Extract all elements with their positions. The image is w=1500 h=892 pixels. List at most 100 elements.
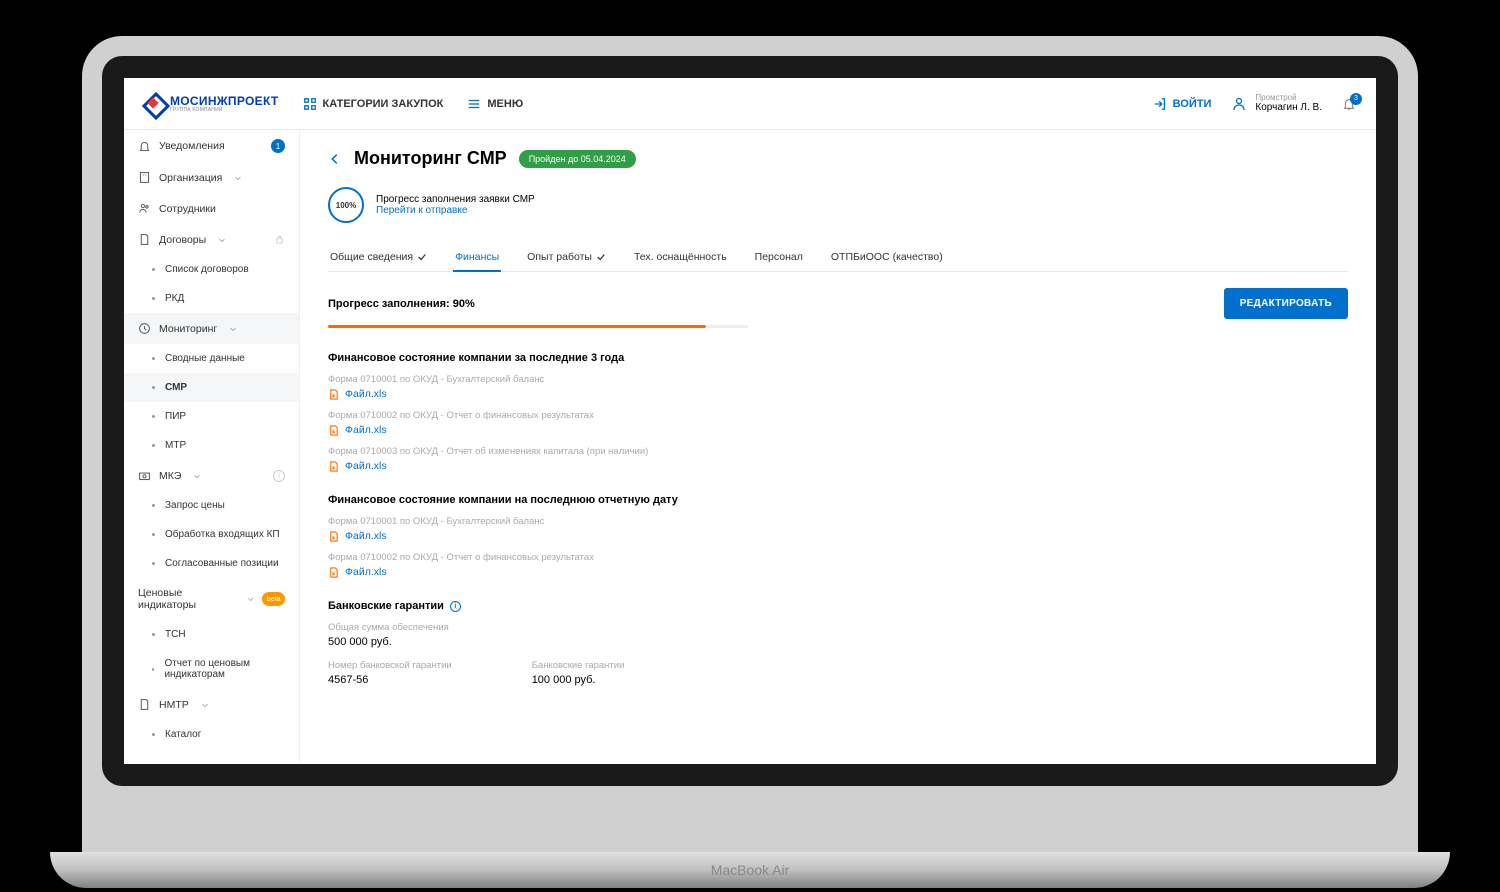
file-xls-icon — [328, 567, 339, 578]
sidebar-item-agreed-positions[interactable]: Согласованные позиции — [124, 549, 299, 578]
sidebar-item-summary[interactable]: Сводные данные — [124, 344, 299, 373]
tab-general[interactable]: Общие сведения — [328, 243, 429, 271]
sidebar-item-organization[interactable]: Организация — [124, 162, 299, 193]
file-link[interactable]: Файл.xls — [328, 566, 1348, 578]
check-icon — [596, 252, 606, 262]
file-xls-icon — [328, 425, 339, 436]
form-label: Форма 0710003 по ОКУД - Отчет об изменен… — [328, 446, 1348, 457]
progress-bar-fill — [328, 325, 706, 328]
form-label: Форма 0710001 по ОКУД - Бухгалтерский ба… — [328, 374, 1348, 385]
chevron-down-icon — [201, 701, 209, 709]
building-icon — [138, 171, 151, 184]
tab-equipment[interactable]: Тех. оснащённость — [632, 243, 729, 271]
notifications-badge: 1 — [271, 139, 285, 153]
progress-label: Прогресс заполнения: 90% — [328, 298, 475, 310]
document-icon — [138, 233, 151, 246]
bell-icon — [138, 140, 151, 153]
info-icon[interactable]: i — [450, 601, 461, 612]
menu-button[interactable]: МЕНЮ — [467, 97, 523, 111]
sidebar-item-monitoring[interactable]: Мониторинг — [124, 313, 299, 344]
document-icon — [138, 698, 151, 711]
tab-finance[interactable]: Финансы — [453, 243, 501, 271]
section-title-latest: Финансовое состояние компании на последн… — [328, 494, 1348, 506]
field-value: 100 000 руб. — [532, 674, 625, 686]
chevron-down-icon — [229, 325, 237, 333]
categories-button[interactable]: КАТЕГОРИИ ЗАКУПОК — [303, 97, 444, 111]
camera-icon — [138, 469, 151, 482]
section-title-3years: Финансовое состояние компании за последн… — [328, 352, 1348, 364]
sidebar-item-tsn[interactable]: ТСН — [124, 620, 299, 649]
progress-text: Прогресс заполнения заявки СМР — [376, 194, 535, 205]
logo-icon — [144, 94, 164, 114]
beta-badge: beta — [262, 592, 285, 606]
sidebar-item-notifications[interactable]: Уведомления 1 — [124, 130, 299, 162]
section-title-guarantees: Банковские гарантии i — [328, 600, 1348, 612]
sidebar-item-rkd[interactable]: РКД — [124, 284, 299, 313]
main-content: Мониторинг СМР Пройден до 05.04.2024 100… — [300, 130, 1376, 764]
form-label: Форма 0710002 по ОКУД - Отчет о финансов… — [328, 552, 1348, 563]
field-value: 4567-56 — [328, 674, 452, 686]
form-label: Форма 0710001 по ОКУД - Бухгалтерский ба… — [328, 516, 1348, 527]
field-label: Банковские гарантии — [532, 660, 625, 671]
field-label: Номер банковской гарантии — [328, 660, 452, 671]
file-xls-icon — [328, 461, 339, 472]
back-arrow-icon[interactable] — [328, 152, 342, 166]
topbar: МОСИНЖПРОЕКТ ГРУППА КОМПАНИЙ КАТЕГОРИИ З… — [124, 78, 1376, 130]
progress-bar — [328, 325, 748, 328]
file-link[interactable]: Файл.xls — [328, 388, 1348, 400]
check-icon — [417, 252, 427, 262]
login-button[interactable]: ВОЙТИ — [1153, 97, 1212, 111]
tabs: Общие сведения Финансы Опыт работы Тех. … — [328, 243, 1348, 272]
menu-icon — [467, 97, 481, 111]
sidebar-item-nmtr[interactable]: НМТР — [124, 689, 299, 720]
chevron-down-icon — [247, 595, 254, 603]
sidebar-item-price-request[interactable]: Запрос цены — [124, 491, 299, 520]
info-icon: i — [273, 470, 285, 482]
submit-link[interactable]: Перейти к отправке — [376, 205, 535, 216]
sidebar-item-pir[interactable]: ПИР — [124, 402, 299, 431]
sidebar-item-kp-processing[interactable]: Обработка входящих КП — [124, 520, 299, 549]
clock-icon — [138, 322, 151, 335]
file-xls-icon — [328, 531, 339, 542]
sidebar-item-mtr[interactable]: МТР — [124, 431, 299, 460]
users-icon — [138, 202, 151, 215]
status-badge: Пройден до 05.04.2024 — [519, 150, 636, 168]
user-name: Корчагин Л. В. — [1255, 102, 1322, 114]
user-icon — [1231, 96, 1247, 112]
form-label: Форма 0710002 по ОКУД - Отчет о финансов… — [328, 410, 1348, 421]
file-xls-icon — [328, 389, 339, 400]
progress-circle: 100% — [328, 187, 364, 223]
login-icon — [1153, 97, 1167, 111]
sidebar-item-contracts[interactable]: Договоры — [124, 224, 299, 255]
field-value: 500 000 руб. — [328, 636, 1348, 648]
page-title: Мониторинг СМР — [354, 148, 507, 169]
sidebar: Уведомления 1 Организация Сотрудники Дог… — [124, 130, 300, 764]
grid-icon — [303, 97, 317, 111]
chevron-down-icon — [193, 472, 201, 480]
sidebar-item-catalog[interactable]: Каталог — [124, 720, 299, 749]
field-label: Общая сумма обеспечения — [328, 622, 1348, 633]
tab-experience[interactable]: Опыт работы — [525, 243, 608, 271]
file-link[interactable]: Файл.xls — [328, 424, 1348, 436]
bell-badge: 3 — [1350, 93, 1362, 105]
lock-icon — [274, 234, 285, 245]
notifications-bell[interactable]: 3 — [1342, 97, 1356, 111]
chevron-down-icon — [218, 236, 226, 244]
sidebar-item-contracts-list[interactable]: Список договоров — [124, 255, 299, 284]
device-label: MacBook Air — [50, 852, 1450, 888]
sidebar-item-employees[interactable]: Сотрудники — [124, 193, 299, 224]
tab-quality[interactable]: ОТПБиООС (качество) — [829, 243, 945, 271]
file-link[interactable]: Файл.xls — [328, 530, 1348, 542]
file-link[interactable]: Файл.xls — [328, 460, 1348, 472]
edit-button[interactable]: РЕДАКТИРОВАТЬ — [1224, 288, 1348, 319]
sidebar-item-mke[interactable]: МКЭ i — [124, 460, 299, 491]
logo[interactable]: МОСИНЖПРОЕКТ ГРУППА КОМПАНИЙ — [144, 94, 279, 114]
sidebar-item-price-indicators[interactable]: Ценовые индикаторы beta — [124, 578, 299, 620]
tab-personnel[interactable]: Персонал — [753, 243, 805, 271]
logo-text: МОСИНЖПРОЕКТ — [170, 95, 279, 107]
user-menu[interactable]: Промстрой Корчагин Л. В. — [1231, 93, 1322, 115]
sidebar-item-indicator-report[interactable]: Отчет по ценовым индикаторам — [124, 649, 299, 689]
user-org: Промстрой — [1255, 93, 1322, 103]
sidebar-item-smr[interactable]: СМР — [124, 373, 299, 402]
chevron-down-icon — [234, 174, 242, 182]
